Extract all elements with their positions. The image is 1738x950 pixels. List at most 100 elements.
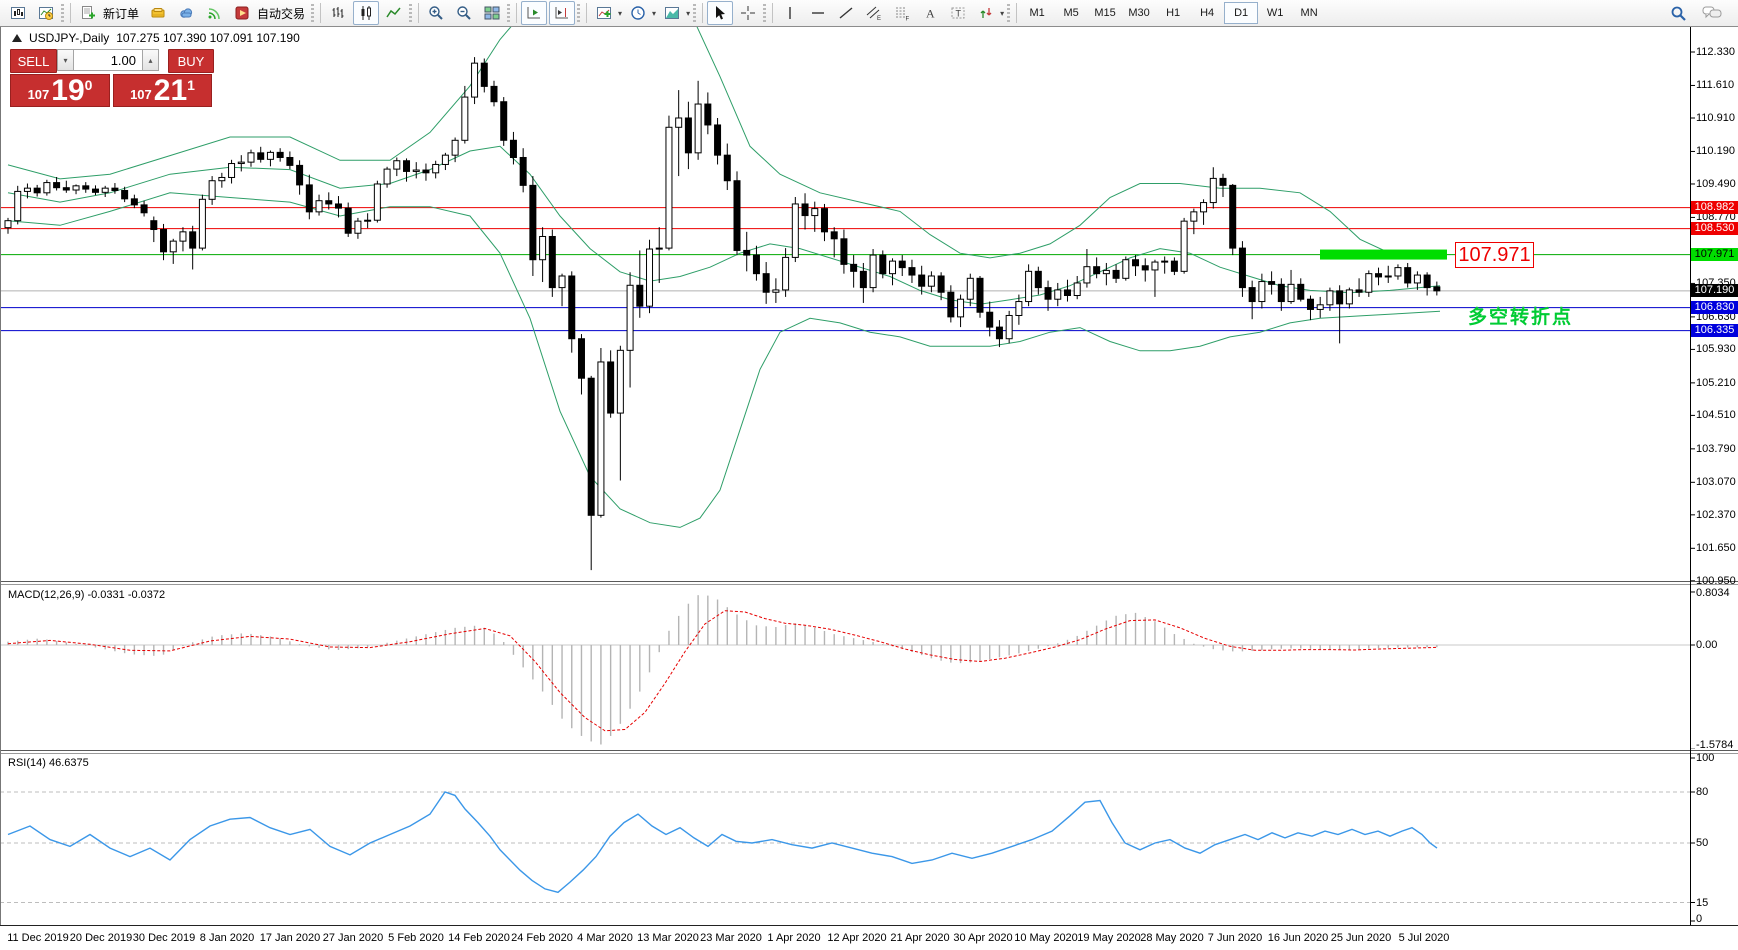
candle-body bbox=[316, 201, 322, 212]
date-label: 16 Jun 2020 bbox=[1268, 932, 1329, 944]
tile-windows-button[interactable] bbox=[479, 1, 505, 25]
candle-body bbox=[656, 248, 662, 249]
macd-canvas[interactable] bbox=[0, 585, 1738, 749]
indicators-button[interactable] bbox=[591, 1, 617, 25]
candlestick-button[interactable] bbox=[353, 1, 379, 25]
candle-body bbox=[1045, 288, 1051, 300]
buy-button[interactable]: BUY bbox=[168, 49, 214, 73]
toolbar-buttons: 新订单自动交易▾▾▾EFAT▾M1M5M15M30H1H4D1W1MN bbox=[4, 1, 1326, 25]
shapes-button[interactable] bbox=[973, 1, 999, 25]
date-label: 1 Apr 2020 bbox=[767, 932, 820, 944]
timeframe-button-m5[interactable]: M5 bbox=[1054, 2, 1088, 24]
search-button[interactable] bbox=[1665, 1, 1691, 25]
sell-price-display[interactable]: 107 19 0 bbox=[10, 74, 110, 107]
pane-separator[interactable] bbox=[0, 750, 1738, 751]
autotrade-icon bbox=[234, 5, 250, 21]
zoom-out-button[interactable] bbox=[451, 1, 477, 25]
pane-separator[interactable] bbox=[0, 581, 1738, 582]
rsi-canvas[interactable] bbox=[0, 753, 1738, 924]
text-button[interactable]: A bbox=[917, 1, 943, 25]
vline-icon bbox=[782, 5, 798, 21]
cloud-button[interactable] bbox=[173, 1, 199, 25]
auto-scroll-button[interactable] bbox=[521, 1, 547, 25]
candle-body bbox=[637, 285, 643, 306]
volume-increase-button[interactable]: ▴ bbox=[142, 49, 159, 71]
volume-decrease-button[interactable]: ▾ bbox=[57, 49, 74, 71]
fibo-button[interactable]: F bbox=[889, 1, 915, 25]
zoom-out-icon bbox=[456, 5, 472, 21]
new-chart-button[interactable] bbox=[5, 1, 31, 25]
date-label: 12 Apr 2020 bbox=[827, 932, 886, 944]
buy-price-display[interactable]: 107 21 1 bbox=[113, 74, 212, 107]
chart-shift-button[interactable] bbox=[549, 1, 575, 25]
cursor-icon bbox=[712, 5, 728, 21]
profiles-button[interactable] bbox=[33, 1, 59, 25]
crosshair-button[interactable] bbox=[735, 1, 761, 25]
candle-body bbox=[24, 188, 30, 191]
vline-button[interactable] bbox=[777, 1, 803, 25]
deposit-button[interactable] bbox=[145, 1, 171, 25]
templates-button[interactable] bbox=[659, 1, 685, 25]
candle-body bbox=[1026, 271, 1032, 301]
timeframe-button-m1[interactable]: M1 bbox=[1020, 2, 1054, 24]
candle-body bbox=[1152, 262, 1158, 270]
candle-body bbox=[647, 249, 653, 306]
candle-body bbox=[734, 181, 740, 251]
date-label: 4 Mar 2020 bbox=[577, 932, 633, 944]
candle-body bbox=[841, 239, 847, 265]
date-label: 13 Mar 2020 bbox=[637, 932, 699, 944]
fibo-icon: F bbox=[894, 5, 910, 21]
candle-body bbox=[1395, 268, 1401, 276]
line-chart-button[interactable] bbox=[381, 1, 407, 25]
chevron-down-icon[interactable]: ▾ bbox=[618, 9, 622, 18]
resistance-highlight-bar[interactable] bbox=[1320, 250, 1447, 260]
hline-button[interactable] bbox=[805, 1, 831, 25]
sell-price-big: 19 bbox=[51, 76, 84, 106]
rsi-label: RSI(14) 46.6375 bbox=[8, 757, 89, 769]
toolbar-grip bbox=[693, 4, 696, 22]
toolbar-grip bbox=[507, 4, 510, 22]
autotrade-label: 自动交易 bbox=[257, 5, 305, 22]
chevron-down-icon[interactable]: ▾ bbox=[1000, 9, 1004, 18]
candle-body bbox=[1006, 315, 1012, 338]
autotrade-button[interactable] bbox=[229, 1, 255, 25]
sell-button[interactable]: SELL bbox=[10, 49, 57, 73]
timeframe-button-mn[interactable]: MN bbox=[1292, 2, 1326, 24]
chevron-down-icon[interactable]: ▾ bbox=[686, 9, 690, 18]
volume-input[interactable] bbox=[74, 49, 142, 71]
resistance-level-label[interactable]: 107.971 bbox=[1455, 242, 1534, 268]
new-order-icon bbox=[80, 5, 96, 21]
timeframe-button-h1[interactable]: H1 bbox=[1156, 2, 1190, 24]
timeframe-button-w1[interactable]: W1 bbox=[1258, 2, 1292, 24]
candle-body bbox=[1016, 302, 1022, 316]
chart-left-border bbox=[0, 27, 1, 925]
timeframe-button-h4[interactable]: H4 bbox=[1190, 2, 1224, 24]
date-label: 17 Jan 2020 bbox=[260, 932, 321, 944]
candle-body bbox=[938, 276, 944, 292]
candle-body bbox=[1414, 275, 1420, 283]
bull-bear-turning-point-note[interactable]: 多空转折点 bbox=[1468, 302, 1573, 329]
bar-chart-button[interactable] bbox=[325, 1, 351, 25]
timeframe-button-d1[interactable]: D1 bbox=[1224, 2, 1258, 24]
timeframe-button-m30[interactable]: M30 bbox=[1122, 2, 1156, 24]
cursor-button[interactable] bbox=[707, 1, 733, 25]
candle-body bbox=[1239, 248, 1245, 287]
chat-button[interactable] bbox=[1699, 1, 1725, 25]
candle-body bbox=[773, 290, 779, 292]
chart-title-row: USDJPY-,Daily 107.275 107.390 107.091 10… bbox=[12, 31, 300, 45]
new-order-button[interactable] bbox=[75, 1, 101, 25]
trendline-button[interactable] bbox=[833, 1, 859, 25]
candle-body bbox=[510, 140, 516, 157]
signals-button[interactable] bbox=[201, 1, 227, 25]
candle-body bbox=[73, 186, 79, 190]
chevron-down-icon[interactable]: ▾ bbox=[652, 9, 656, 18]
candle-body bbox=[1337, 291, 1343, 304]
periods-button[interactable] bbox=[625, 1, 651, 25]
channel-button[interactable]: E bbox=[861, 1, 887, 25]
templates-icon bbox=[664, 5, 680, 21]
collapse-icon[interactable] bbox=[12, 34, 22, 42]
timeframe-button-m15[interactable]: M15 bbox=[1088, 2, 1122, 24]
zoom-in-button[interactable] bbox=[423, 1, 449, 25]
label-button[interactable]: T bbox=[945, 1, 971, 25]
candle-body bbox=[1201, 203, 1207, 212]
